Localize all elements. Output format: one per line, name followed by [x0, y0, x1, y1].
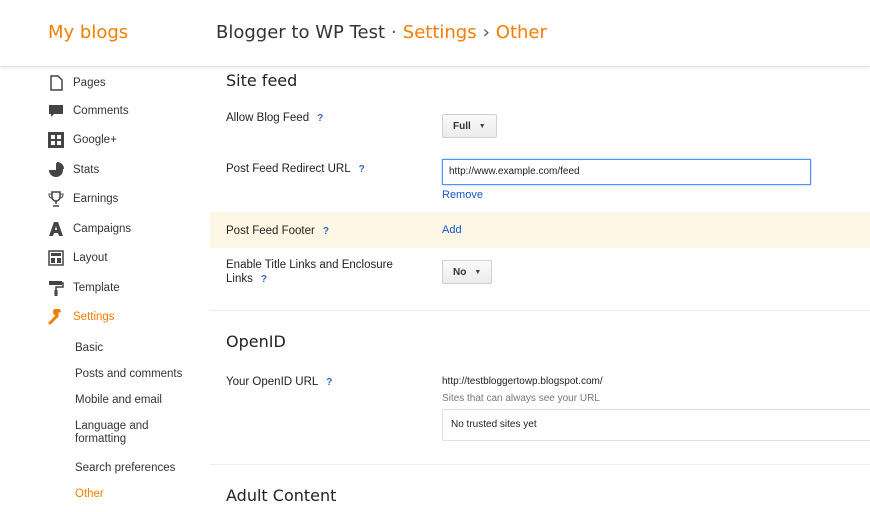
allow-blog-feed-label: Allow Blog Feed?	[226, 111, 323, 126]
top-header: My blogs Blogger to WP Test · Settings › Oth…	[0, 0, 870, 67]
sidebar-item-label: Layout	[73, 252, 108, 264]
sidebar-item-layout[interactable]: Layout	[48, 247, 108, 269]
trusted-sites-empty: No trusted sites yet	[451, 419, 537, 430]
sidebar-item-label: Campaigns	[73, 223, 132, 235]
pie-chart-icon	[48, 162, 64, 178]
campaigns-icon	[48, 221, 64, 237]
sidebar-item-comments[interactable]: Comments	[48, 100, 129, 122]
sidebar-item-label: Template	[73, 282, 120, 294]
sidebar-item-pages[interactable]: Pages	[48, 72, 106, 94]
help-icon[interactable]: ?	[323, 226, 329, 237]
add-footer-link[interactable]: Add	[442, 224, 462, 236]
paint-roller-icon	[48, 280, 64, 296]
section-title-adult-content: Adult Content	[226, 486, 337, 505]
breadcrumb: Blogger to WP Test · Settings › Other	[216, 22, 547, 43]
sidebar-item-earnings[interactable]: Earnings	[48, 188, 118, 210]
section-divider	[210, 310, 870, 311]
sidebar-item-label: Stats	[73, 164, 100, 176]
sidebar-item-template[interactable]: Template	[48, 277, 120, 299]
sidebar-item-label: Earnings	[73, 193, 119, 205]
redirect-url-text: Post Feed Redirect URL	[226, 163, 351, 175]
sidebar-item-label: Pages	[73, 77, 106, 89]
openid-url-label: Your OpenID URL?	[226, 375, 332, 390]
title-links-label: Enable Title Links and Enclosure Links?	[226, 258, 426, 287]
title-links-value: No	[453, 266, 467, 278]
redirect-url-label: Post Feed Redirect URL?	[226, 162, 365, 177]
google-plus-icon	[48, 132, 64, 148]
breadcrumb-settings[interactable]: Settings	[403, 22, 477, 43]
help-icon[interactable]: ?	[359, 164, 365, 175]
blog-name[interactable]: Blogger to WP Test	[216, 22, 385, 43]
my-blogs-link[interactable]: My blogs	[48, 22, 128, 43]
title-links-select[interactable]: No ▼	[442, 260, 493, 284]
sidebar: Pages Comments Google+ Stats Earnings Ca…	[0, 66, 210, 512]
settings-subitem-language[interactable]: Language and formatting	[75, 420, 185, 446]
settings-subitem-posts-comments[interactable]: Posts and comments	[75, 368, 182, 381]
sidebar-item-stats[interactable]: Stats	[48, 159, 99, 181]
openid-url-text: Your OpenID URL	[226, 376, 319, 388]
settings-subitem-basic[interactable]: Basic	[75, 342, 103, 355]
sidebar-item-settings[interactable]: Settings	[48, 306, 115, 328]
page-icon	[48, 75, 64, 91]
settings-subitem-search[interactable]: Search preferences	[75, 462, 175, 475]
sidebar-item-google-plus[interactable]: Google+	[48, 129, 117, 151]
openid-trusted-note: Sites that can always see your URL	[442, 393, 600, 404]
comment-icon	[48, 103, 64, 119]
breadcrumb-separator: ›	[482, 22, 490, 43]
allow-blog-feed-value: Full	[453, 120, 471, 132]
allow-blog-feed-text: Allow Blog Feed	[226, 112, 310, 124]
help-icon[interactable]: ?	[261, 274, 267, 285]
openid-url-value: http://testbloggertowp.blogspot.com/	[442, 376, 603, 387]
sidebar-item-campaigns[interactable]: Campaigns	[48, 218, 131, 240]
wrench-icon	[48, 309, 64, 325]
section-title-openid: OpenID	[226, 332, 286, 351]
breadcrumb-other[interactable]: Other	[496, 22, 547, 43]
layout-icon	[48, 250, 64, 266]
help-icon[interactable]: ?	[326, 377, 332, 388]
trophy-icon	[48, 191, 64, 207]
caret-down-icon: ▼	[474, 268, 482, 276]
settings-subitem-mobile-email[interactable]: Mobile and email	[75, 394, 162, 407]
sidebar-item-label: Google+	[73, 134, 117, 146]
breadcrumb-separator: ·	[391, 22, 397, 43]
help-icon[interactable]: ?	[317, 113, 323, 124]
post-feed-footer-text: Post Feed Footer	[226, 225, 315, 237]
section-title-site-feed: Site feed	[226, 71, 298, 90]
caret-down-icon: ▼	[478, 122, 486, 130]
section-divider	[210, 464, 870, 465]
trusted-sites-list: No trusted sites yet	[442, 409, 870, 441]
sidebar-item-label: Settings	[73, 311, 115, 323]
redirect-url-input[interactable]: http://www.example.com/feed	[442, 159, 811, 185]
allow-blog-feed-select[interactable]: Full ▼	[442, 114, 497, 138]
title-links-text: Enable Title Links and Enclosure Links	[226, 259, 393, 285]
settings-content: Site feed Allow Blog Feed? Full ▼ Post Fe…	[210, 66, 870, 512]
remove-link[interactable]: Remove	[442, 189, 483, 201]
sidebar-item-label: Comments	[73, 105, 129, 117]
settings-subitem-other[interactable]: Other	[75, 488, 104, 501]
post-feed-footer-label: Post Feed Footer?	[226, 224, 329, 239]
